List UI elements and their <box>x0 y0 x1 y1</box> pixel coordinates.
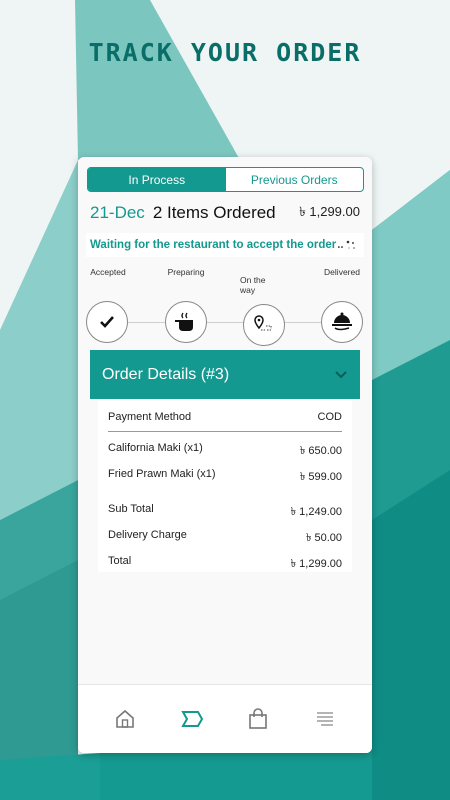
order-details-toggle[interactable]: Order Details (#3) <box>90 350 360 399</box>
menu-lines-icon <box>316 712 333 726</box>
total-value: ৳ 1,299.00 <box>290 558 342 570</box>
cooking-pot-icon <box>165 301 207 343</box>
line-item-name: California Maki (x1) <box>108 442 203 454</box>
shopping-bag-icon <box>249 708 268 729</box>
order-tabs: In Process Previous Orders <box>87 167 364 192</box>
order-items-count: 2 Items Ordered <box>152 203 276 222</box>
nav-home[interactable] <box>103 699 147 739</box>
order-date: 21-Dec <box>90 203 145 222</box>
step-label: Preparing <box>167 267 205 277</box>
step-label: On the way <box>240 275 266 295</box>
phone-screen: In Process Previous Orders 21-Dec 2 Item… <box>78 157 372 753</box>
order-details-card: Payment Method COD California Maki (x1) … <box>98 400 352 572</box>
order-total: ৳ 1,299.00 <box>299 203 360 219</box>
line-item-price: ৳ 599.00 <box>299 471 342 483</box>
order-progress-tracker: Accepted Preparing On the way Delivered <box>78 267 372 347</box>
divider <box>108 431 342 432</box>
bottom-navigation <box>78 684 372 753</box>
nav-cart[interactable] <box>236 699 280 739</box>
total-row: Total ৳ 1,299.00 <box>108 555 342 574</box>
step-label: Accepted <box>90 267 126 277</box>
subtotal-row: Sub Total ৳ 1,249.00 <box>108 503 342 522</box>
check-icon <box>86 301 128 343</box>
home-icon <box>116 709 135 728</box>
step-accepted: Accepted <box>78 267 138 277</box>
delivery-charge-row: Delivery Charge ৳ 50.00 <box>108 529 342 548</box>
tab-in-process[interactable]: In Process <box>88 168 226 191</box>
step-label: Delivered <box>324 267 360 277</box>
nav-menu[interactable] <box>303 699 347 739</box>
line-item-price: ৳ 650.00 <box>299 445 342 457</box>
tab-previous-orders[interactable]: Previous Orders <box>226 168 364 191</box>
serving-cloche-icon <box>321 301 363 343</box>
progress-line <box>108 322 343 323</box>
nav-orders[interactable] <box>170 699 214 739</box>
payment-method-label: Payment Method <box>108 411 192 423</box>
status-message: Waiting for the restaurant to accept the… <box>90 239 337 251</box>
payment-method-value: COD <box>317 411 342 423</box>
order-summary: 21-Dec 2 Items Ordered ৳ 1,299.00 <box>90 202 360 224</box>
route-pin-icon <box>243 304 285 346</box>
subtotal-label: Sub Total <box>108 503 154 515</box>
payment-method-row: Payment Method COD <box>108 411 342 423</box>
step-preparing: Preparing <box>156 267 216 277</box>
line-item-row: Fried Prawn Maki (x1) ৳ 599.00 <box>108 468 342 487</box>
line-item-name: Fried Prawn Maki (x1) <box>108 468 216 480</box>
status-dots: .. <box>337 239 344 251</box>
orders-tag-icon <box>181 711 203 727</box>
spinner-icon <box>346 240 355 249</box>
delivery-charge-label: Delivery Charge <box>108 529 187 541</box>
order-details-title: Order Details (#3) <box>102 365 230 383</box>
line-item-row: California Maki (x1) ৳ 650.00 <box>108 442 342 461</box>
total-label: Total <box>108 555 132 567</box>
delivery-charge-value: ৳ 50.00 <box>305 532 342 544</box>
step-delivered: Delivered <box>312 267 372 277</box>
chevron-down-icon <box>335 370 347 378</box>
status-message-bar: Waiting for the restaurant to accept the… <box>86 233 364 257</box>
step-on-the-way: On the way <box>234 275 280 295</box>
page-heading: TRACK YOUR ORDER <box>88 38 362 67</box>
subtotal-value: ৳ 1,249.00 <box>290 506 342 518</box>
